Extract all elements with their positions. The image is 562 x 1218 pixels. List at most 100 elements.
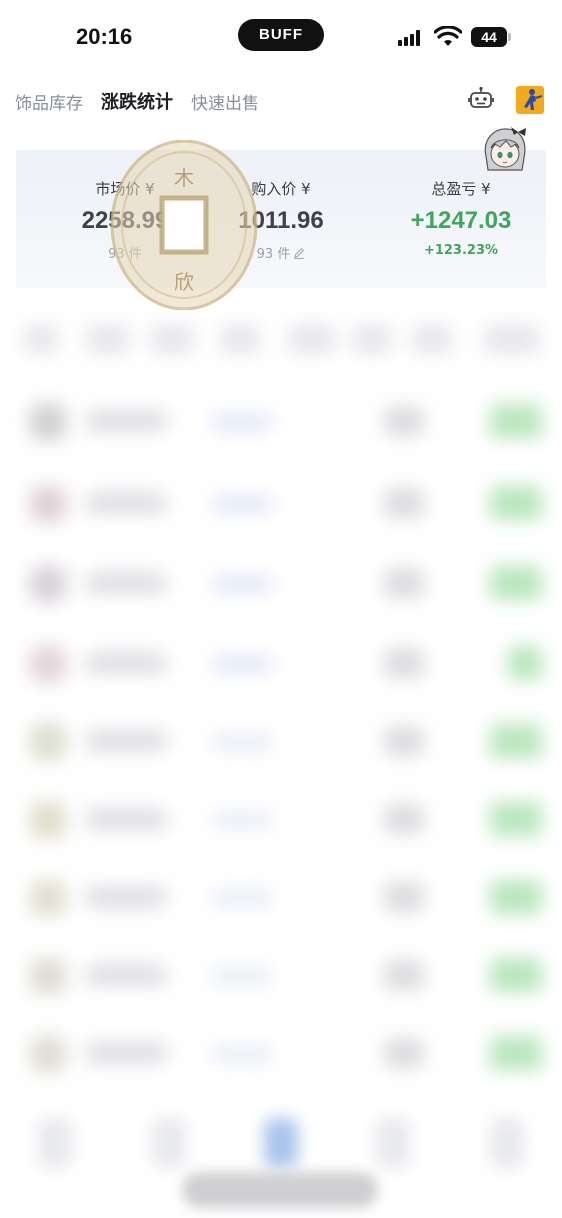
total-pnl-label: 总盈亏 ¥ [431,180,491,198]
item-price [384,882,424,912]
purchase-price-label: 购入价 ¥ [251,180,311,198]
item-thumbnail [30,566,66,602]
avatar[interactable] [478,126,532,176]
status-time: 20:16 [76,24,133,49]
market-price-count: 93 件 [108,247,142,262]
item-gain [490,404,542,438]
item-price [384,804,424,834]
item-trend [212,414,272,430]
robot-icon[interactable] [468,86,494,112]
item-trend [212,890,272,906]
item-price [384,568,424,598]
market-price-stat: 市场价 ¥ 2258.99 93 件 [50,178,200,262]
item-thumbnail [30,646,66,682]
battery-icon: 44 [471,27,511,47]
item-trend [212,812,272,828]
list-header [0,316,562,366]
summary-card: 市场价 ¥ 2258.99 93 件 购入价 ¥ 1011.96 93 件 总盈… [16,150,546,288]
item-price [384,406,424,436]
list-item[interactable] [0,1028,562,1084]
list-item[interactable] [0,558,562,614]
total-pnl-percent: +123.23% [423,243,499,258]
item-name [86,886,166,908]
tab-quick-sell[interactable]: 快速出售 [191,89,259,114]
item-price [384,726,424,756]
market-price-value: 2258.99 [81,207,169,234]
item-trend [212,576,272,592]
nav-item[interactable] [490,1118,524,1168]
market-price-label: 市场价 ¥ [95,180,155,198]
purchase-price-count-row[interactable]: 93 件 [206,243,356,262]
battery-level: 44 [471,27,507,47]
item-gain [490,1036,542,1070]
item-price [384,488,424,518]
game-logo-icon[interactable] [516,86,544,114]
item-name [86,808,166,830]
item-price [384,648,424,678]
list-item[interactable] [0,396,562,452]
total-pnl-stat: 总盈亏 ¥ +1247.03 +123.23% [386,178,536,258]
item-name [86,492,166,514]
item-price [384,960,424,990]
item-trend [212,968,272,984]
list-item[interactable] [0,950,562,1006]
list-header-cell [220,324,260,354]
purchase-price-count: 93 件 [256,247,291,262]
item-price [384,1038,424,1068]
list-header-cell [352,324,392,354]
wifi-icon [434,26,462,46]
dynamic-island: BUFF [238,19,324,51]
item-thumbnail [30,1036,66,1072]
signal-bars-icon [398,30,424,46]
edit-icon[interactable] [293,247,305,259]
item-name [86,410,166,432]
item-thumbnail [30,802,66,838]
item-name [86,730,166,752]
list-item[interactable] [0,872,562,928]
item-trend [212,496,272,512]
item-name [86,572,166,594]
item-trend [212,1046,272,1062]
list-item[interactable] [0,638,562,694]
soldier-icon [524,89,542,110]
list-item[interactable] [0,478,562,534]
tab-price-stats[interactable]: 涨跌统计 [101,88,173,114]
status-bar: 20:16 BUFF 44 [0,0,562,72]
nav-item[interactable] [152,1118,186,1168]
total-pnl-value: +1247.03 [410,207,512,234]
item-thumbnail [30,880,66,916]
list-header-cell [150,324,194,354]
nav-item[interactable] [376,1118,410,1168]
list-header-cell [24,324,58,354]
item-list [0,296,562,1136]
nav-item-active[interactable] [264,1118,298,1168]
list-header-cell [288,324,336,354]
tab-bar: 饰品库存 涨跌统计 快速出售 [15,86,277,116]
list-header-cell [412,324,452,354]
item-trend [212,656,272,672]
list-header-cell [484,324,540,354]
item-gain [490,486,542,520]
item-trend [212,734,272,750]
item-gain [490,880,542,914]
list-item[interactable] [0,716,562,772]
home-indicator[interactable] [182,1172,378,1208]
item-thumbnail [30,404,66,440]
item-thumbnail [30,958,66,994]
nav-item[interactable] [38,1118,72,1168]
item-name [86,652,166,674]
list-item[interactable] [0,794,562,850]
item-thumbnail [30,486,66,522]
purchase-price-value: 1011.96 [238,207,324,234]
item-gain [490,566,542,600]
battery-tip [508,33,511,41]
item-gain [508,646,542,680]
item-name [86,1042,166,1064]
item-name [86,964,166,986]
list-header-cell [86,324,130,354]
item-gain [490,958,542,992]
item-thumbnail [30,724,66,760]
item-gain [490,724,542,758]
item-gain [490,802,542,836]
tab-inventory[interactable]: 饰品库存 [15,89,83,114]
